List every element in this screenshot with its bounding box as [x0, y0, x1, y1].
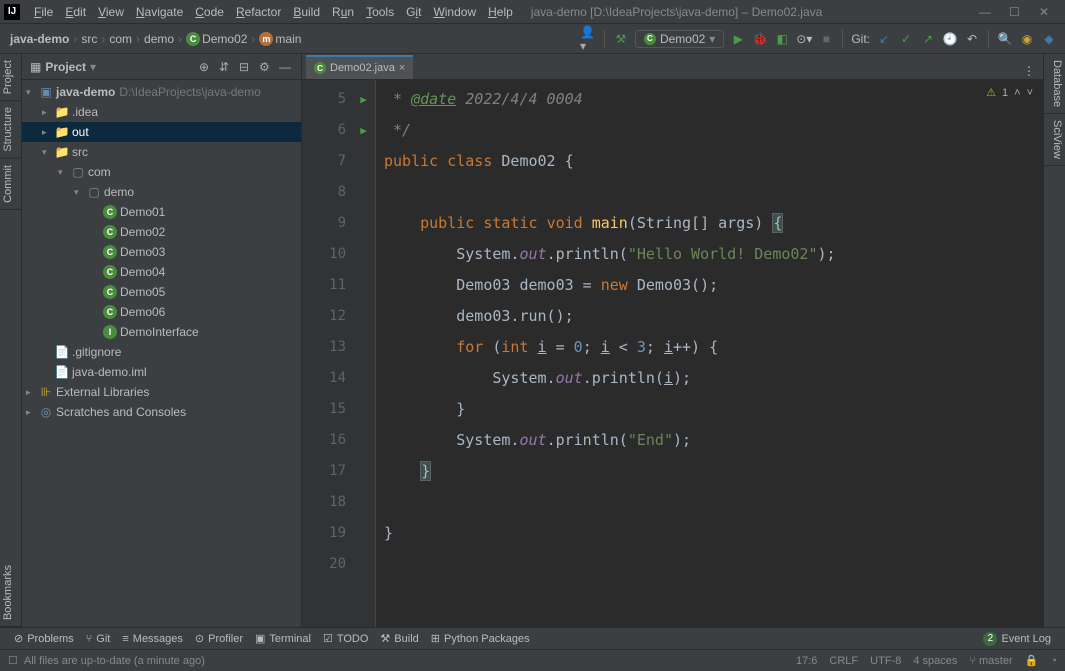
project-panel-title[interactable]: ▦Project▾: [30, 60, 199, 74]
window-title: java-demo [D:\IdeaProjects\java-demo] – …: [519, 5, 979, 19]
tab-structure[interactable]: Structure: [0, 101, 21, 159]
coverage-button[interactable]: ◧: [774, 31, 790, 47]
next-problem-icon[interactable]: ˅: [1027, 87, 1033, 99]
app-icon: IJ: [4, 4, 20, 20]
git-push-icon[interactable]: ↗: [920, 31, 936, 47]
status-icon[interactable]: ☐: [8, 654, 18, 667]
git-history-icon[interactable]: 🕘: [942, 31, 958, 47]
search-icon[interactable]: 🔍: [997, 31, 1013, 47]
tab-commit[interactable]: Commit: [0, 159, 21, 210]
menu-build[interactable]: Build: [287, 5, 326, 19]
minimize-button[interactable]: —: [979, 5, 993, 19]
menu-navigate[interactable]: Navigate: [130, 5, 189, 19]
warning-icon[interactable]: ⚠: [986, 86, 996, 99]
caret-position[interactable]: 17:6: [796, 655, 817, 667]
ide-settings-icon[interactable]: ◉: [1019, 31, 1035, 47]
menu-help[interactable]: Help: [482, 5, 519, 19]
status-message: All files are up-to-date (a minute ago): [18, 655, 205, 667]
class-icon: C: [186, 32, 200, 46]
debug-button[interactable]: 🐞: [752, 31, 768, 47]
collapse-all-icon[interactable]: ⊟: [239, 60, 253, 74]
stop-button[interactable]: ■: [818, 31, 834, 47]
tab-git[interactable]: ⑂ Git: [80, 633, 117, 645]
tab-database[interactable]: Database: [1044, 54, 1065, 114]
line-ending[interactable]: CRLF: [829, 655, 858, 667]
run-gutter[interactable]: ▶▶: [352, 80, 376, 627]
menu-git[interactable]: Git: [400, 5, 427, 19]
git-rollback-icon[interactable]: ↶: [964, 31, 980, 47]
editor-more-icon[interactable]: ⋮: [1021, 63, 1037, 79]
tab-event-log[interactable]: 2 Event Log: [977, 632, 1057, 646]
lock-icon[interactable]: 🔒: [1025, 654, 1039, 667]
profile-button[interactable]: ⊙▾: [796, 31, 812, 47]
line-gutter[interactable]: 567891011121314151617181920: [302, 80, 352, 627]
git-commit-icon[interactable]: ✓: [898, 31, 914, 47]
run-config-selector[interactable]: C Demo02 ▾: [635, 30, 724, 48]
breadcrumb[interactable]: java-demo› src› com› demo› CDemo02› mmai…: [8, 32, 580, 46]
tab-python[interactable]: ⊞ Python Packages: [425, 632, 536, 645]
memory-indicator[interactable]: ◔: [1050, 655, 1057, 667]
prev-problem-icon[interactable]: ˄: [1014, 87, 1020, 99]
tab-bookmarks[interactable]: Bookmarks: [0, 559, 21, 627]
menu-tools[interactable]: Tools: [360, 5, 400, 19]
tab-sciview[interactable]: SciView: [1044, 114, 1065, 166]
git-branch[interactable]: ⑂ master: [969, 655, 1012, 667]
hammer-icon[interactable]: ⚒: [613, 31, 629, 47]
class-icon: C: [314, 62, 326, 74]
tab-profiler[interactable]: ⊙ Profiler: [189, 632, 249, 645]
add-config-icon[interactable]: 👤▾: [580, 31, 596, 47]
run-button[interactable]: ▶: [730, 31, 746, 47]
maximize-button[interactable]: ☐: [1009, 5, 1023, 19]
select-opened-icon[interactable]: ⊕: [199, 60, 213, 74]
menu-window[interactable]: Window: [427, 5, 482, 19]
editor-tab[interactable]: C Demo02.java ×: [306, 55, 413, 79]
menu-file[interactable]: File: [28, 5, 59, 19]
menu-edit[interactable]: Edit: [59, 5, 92, 19]
close-button[interactable]: ✕: [1039, 5, 1053, 19]
git-label: Git:: [851, 32, 870, 46]
project-tree[interactable]: ▾▣java-demoD:\IdeaProjects\java-demo ▸📁.…: [22, 80, 301, 627]
code-editor[interactable]: * @date 2022/4/4 0004 */ public class De…: [376, 80, 1043, 627]
git-update-icon[interactable]: ↙: [876, 31, 892, 47]
method-icon: m: [259, 32, 273, 46]
tab-build[interactable]: ⚒ Build: [374, 632, 424, 645]
warning-count: 1: [1002, 87, 1008, 99]
tab-todo[interactable]: ☑ TODO: [317, 632, 374, 645]
expand-all-icon[interactable]: ⇵: [219, 60, 233, 74]
tab-problems[interactable]: ⊘ Problems: [8, 632, 80, 645]
run-main-icon[interactable]: ▶: [352, 115, 375, 146]
indent[interactable]: 4 spaces: [913, 655, 957, 667]
menu-refactor[interactable]: Refactor: [230, 5, 287, 19]
close-tab-icon[interactable]: ×: [399, 62, 405, 74]
run-class-icon[interactable]: ▶: [352, 84, 375, 115]
tab-messages[interactable]: ≡ Messages: [116, 633, 189, 645]
tab-terminal[interactable]: ▣ Terminal: [249, 632, 317, 645]
menu-view[interactable]: View: [92, 5, 130, 19]
plugin-icon[interactable]: ◆: [1041, 31, 1057, 47]
hide-panel-icon[interactable]: —: [279, 60, 293, 74]
tab-project[interactable]: Project: [0, 54, 21, 101]
settings-icon[interactable]: ⚙: [259, 60, 273, 74]
encoding[interactable]: UTF-8: [870, 655, 901, 667]
menu-code[interactable]: Code: [189, 5, 230, 19]
menu-run[interactable]: Run: [326, 5, 360, 19]
